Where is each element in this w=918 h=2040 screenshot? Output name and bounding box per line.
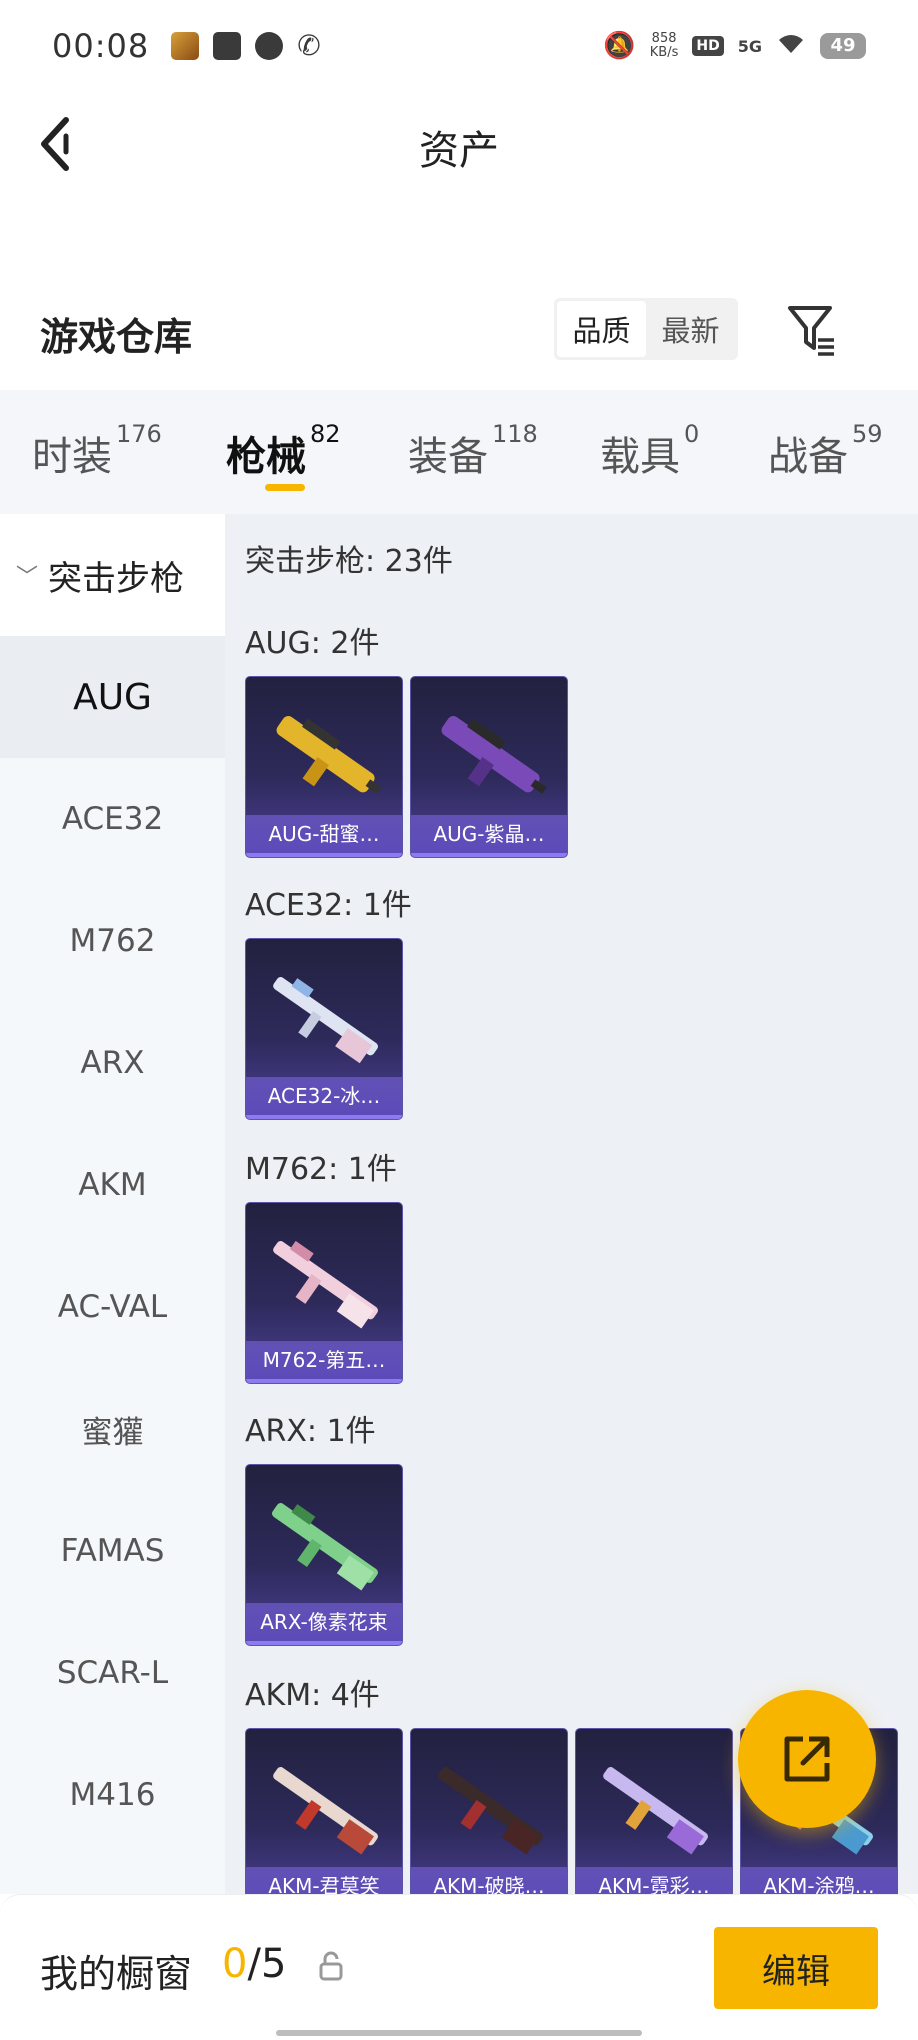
aug-skin-icon bbox=[441, 715, 547, 794]
group-label-akm: AKM: 4件 bbox=[245, 1678, 380, 1713]
sidebar-item-arx[interactable]: ARX bbox=[0, 1002, 225, 1124]
hd-icon: HD bbox=[692, 36, 724, 56]
tab-label: 装备 bbox=[408, 434, 488, 480]
weapon-card-name: ARX-像素花束 bbox=[246, 1603, 402, 1645]
weapon-card-name: AKM-君莫笑 bbox=[246, 1867, 402, 1894]
mute-icon: 🔕 bbox=[603, 31, 636, 61]
warehouse-title: 游戏仓库 bbox=[40, 315, 193, 359]
weapon-card[interactable]: AUG-紫晶… bbox=[410, 676, 568, 858]
notification-icons: ✆ bbox=[171, 32, 325, 60]
app-icon bbox=[213, 32, 242, 60]
m762-skin-icon bbox=[273, 1240, 378, 1329]
sidebar-item-akm[interactable]: AKM bbox=[0, 1124, 225, 1246]
game-app-icon bbox=[171, 32, 200, 60]
external-share-icon bbox=[784, 1736, 830, 1782]
home-indicator[interactable] bbox=[276, 2030, 642, 2036]
aug-skin-icon bbox=[276, 715, 382, 794]
akm-skin-icon bbox=[603, 1767, 708, 1855]
showcase-current: 0 bbox=[222, 1941, 248, 1987]
warehouse-bar: 游戏仓库 品质 最新 bbox=[0, 290, 918, 380]
tab-label: 载具 bbox=[600, 434, 680, 480]
tab-equipment[interactable]: 装备 118 bbox=[408, 420, 538, 482]
weapon-card-name: AUG-甜蜜… bbox=[246, 815, 402, 857]
weapon-card-name: M762-第五… bbox=[246, 1341, 402, 1383]
weapon-sidebar: ﹀ 突击步枪 AUG ACE32 M762 ARX AKM AC-VAL 蜜獾 … bbox=[0, 514, 225, 1894]
showcase-bar: 我的橱窗 0/5 编辑 bbox=[0, 1894, 918, 2040]
tab-label: 时装 bbox=[32, 434, 112, 480]
tab-count: 59 bbox=[852, 420, 883, 448]
sidebar-item-m416[interactable]: M416 bbox=[0, 1734, 225, 1856]
weapon-card[interactable]: ARX-像素花束 bbox=[245, 1464, 403, 1646]
chevron-down-icon: ﹀ bbox=[16, 565, 39, 590]
showcase-count: 0/5 bbox=[222, 1941, 286, 1987]
filter-button[interactable] bbox=[786, 302, 838, 358]
sidebar-item-m762[interactable]: M762 bbox=[0, 880, 225, 1002]
group-label-ace32: ACE32: 1件 bbox=[245, 888, 412, 923]
filter-icon bbox=[788, 306, 834, 356]
tab-count: 118 bbox=[492, 420, 538, 448]
weapon-card-name: AKM-霓彩… bbox=[576, 1867, 732, 1894]
sidebar-item-scar-l[interactable]: SCAR-L bbox=[0, 1612, 225, 1734]
page-title: 资产 bbox=[419, 128, 499, 174]
status-right: 🔕 858 KB/s HD 5G 49 bbox=[603, 31, 866, 61]
status-bar: 00:08 ✆ 🔕 858 KB/s HD 5G 49 bbox=[0, 0, 918, 92]
tab-count: 0 bbox=[684, 420, 700, 448]
weapon-card[interactable]: AUG-甜蜜… bbox=[245, 676, 403, 858]
category-summary: 突击步枪: 23件 bbox=[245, 544, 453, 579]
tab-label: 枪械 bbox=[226, 434, 306, 480]
weapon-card-name: AUG-紫晶… bbox=[411, 815, 567, 857]
sidebar-item-honey-badger[interactable]: 蜜獾 bbox=[0, 1368, 225, 1490]
tab-vehicles[interactable]: 载具 0 bbox=[600, 420, 699, 482]
weapon-card[interactable]: ACE32-冰… bbox=[245, 938, 403, 1120]
tab-combat-gear[interactable]: 战备 59 bbox=[768, 420, 883, 482]
speed-unit: KB/s bbox=[649, 45, 679, 60]
group-label-aug: AUG: 2件 bbox=[245, 626, 380, 661]
sidebar-item-ac-val[interactable]: AC-VAL bbox=[0, 1246, 225, 1368]
group-label-arx: ARX: 1件 bbox=[245, 1414, 376, 1449]
arx-skin-icon bbox=[272, 1503, 378, 1591]
ace32-skin-icon bbox=[273, 977, 378, 1064]
sidebar-category-assault-rifle[interactable]: ﹀ 突击步枪 bbox=[0, 514, 225, 636]
akm-skin-icon bbox=[273, 1767, 378, 1855]
weapon-card[interactable]: AKM-霓彩… bbox=[575, 1728, 733, 1894]
app-header: 资产 bbox=[0, 92, 918, 196]
missed-call-icon: ✆ bbox=[297, 29, 321, 62]
speed-value: 858 bbox=[651, 31, 677, 46]
sort-toggle: 品质 最新 bbox=[554, 298, 738, 360]
status-time: 00:08 bbox=[52, 27, 150, 65]
weapon-card[interactable]: AKM-君莫笑 bbox=[245, 1728, 403, 1894]
wifi-icon bbox=[776, 31, 806, 61]
message-icon bbox=[255, 32, 284, 60]
sidebar-item-famas[interactable]: FAMAS bbox=[0, 1490, 225, 1612]
weapon-content: 突击步枪: 23件 AUG: 2件 AUG-甜蜜… AUG-紫晶… ACE32:… bbox=[225, 514, 918, 1894]
sidebar-item-aug[interactable]: AUG bbox=[0, 636, 225, 758]
sort-newest-button[interactable]: 最新 bbox=[646, 301, 735, 357]
weapon-card-name: AKM-涂鸦… bbox=[741, 1867, 897, 1894]
tab-firearms[interactable]: 枪械 82 bbox=[226, 420, 341, 482]
share-fab-button[interactable] bbox=[738, 1690, 876, 1828]
group-label-m762: M762: 1件 bbox=[245, 1152, 397, 1187]
network-speed: 858 KB/s bbox=[650, 32, 679, 60]
tab-count: 82 bbox=[310, 420, 341, 448]
weapon-card[interactable]: AKM-破晓… bbox=[410, 1728, 568, 1894]
tab-count: 176 bbox=[116, 420, 162, 448]
lock-icon bbox=[319, 1951, 343, 1981]
active-tab-indicator bbox=[265, 484, 305, 491]
edit-button[interactable]: 编辑 bbox=[714, 1927, 878, 2009]
akm-skin-icon bbox=[438, 1767, 543, 1855]
weapon-card-name: AKM-破晓… bbox=[411, 1867, 567, 1894]
showcase-total: 5 bbox=[260, 1941, 287, 1987]
category-tabs: 时装 176 枪械 82 装备 118 载具 0 战备 59 bbox=[0, 390, 918, 514]
weapon-card-name: ACE32-冰… bbox=[246, 1077, 402, 1119]
signal-5g-icon: 5G bbox=[737, 36, 762, 56]
sidebar-item-ace32[interactable]: ACE32 bbox=[0, 758, 225, 880]
tab-label: 战备 bbox=[768, 434, 848, 480]
tab-fashion[interactable]: 时装 176 bbox=[32, 420, 162, 482]
sort-quality-button[interactable]: 品质 bbox=[557, 301, 646, 357]
sidebar-category-label: 突击步枪 bbox=[48, 558, 185, 599]
showcase-separator: / bbox=[247, 1941, 261, 1987]
battery-icon: 49 bbox=[820, 33, 866, 59]
weapon-card[interactable]: M762-第五… bbox=[245, 1202, 403, 1384]
showcase-label: 我的橱窗 bbox=[40, 1952, 193, 1996]
